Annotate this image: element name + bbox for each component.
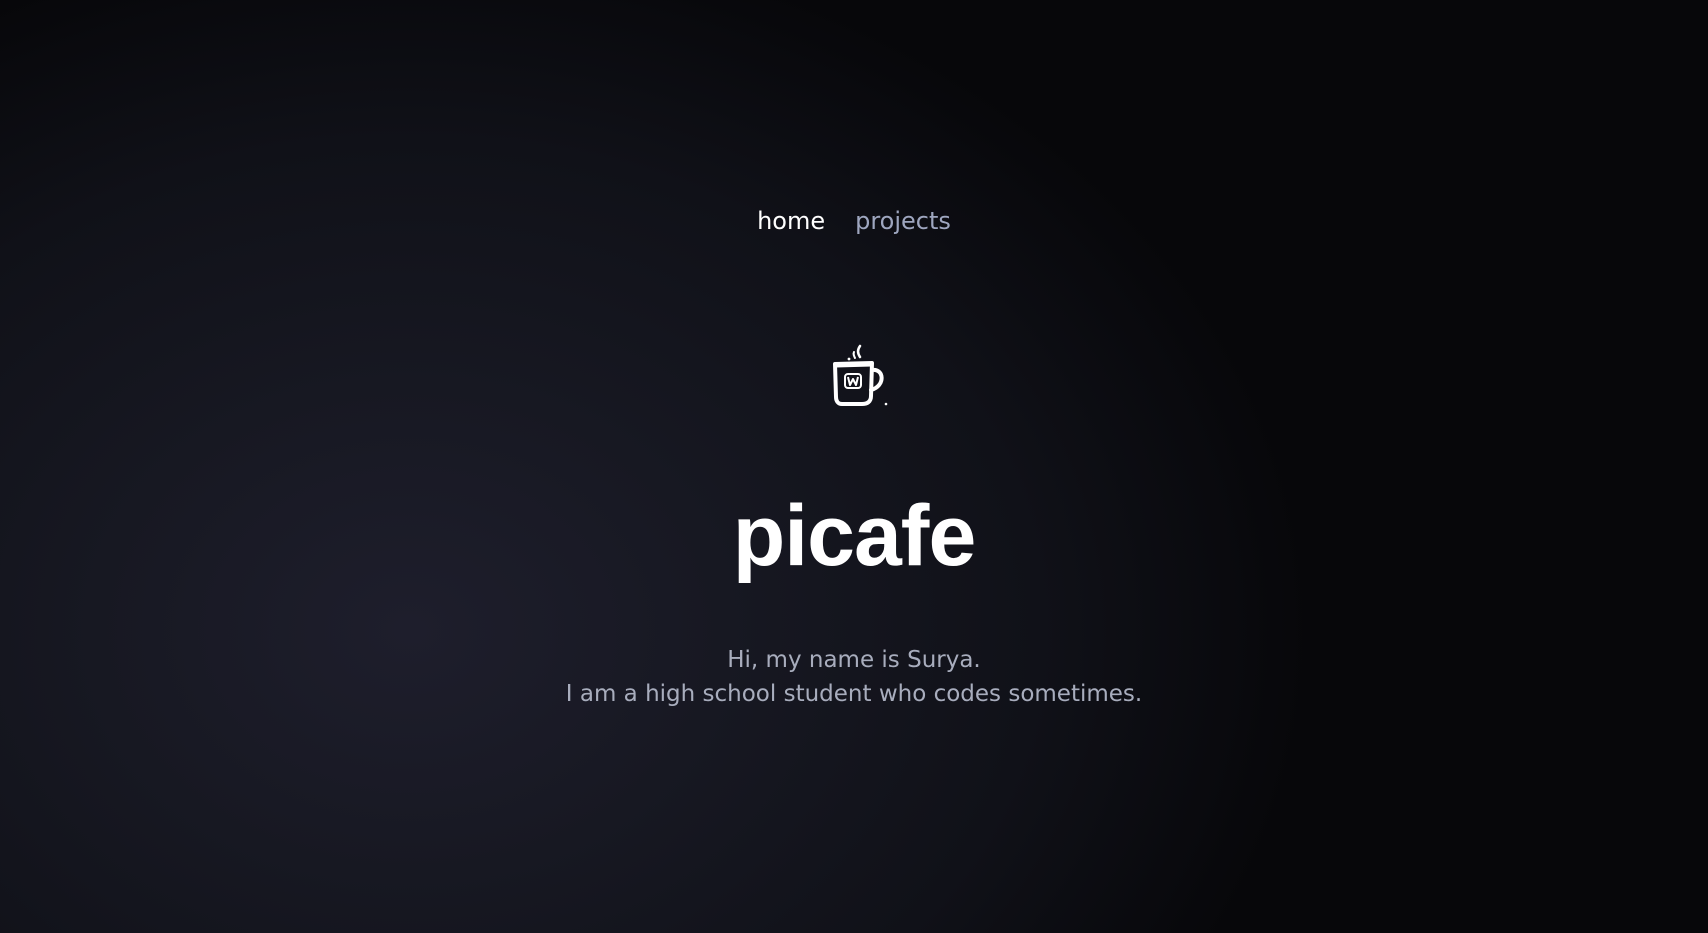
site-title: picafe [732, 487, 977, 584]
nav-link-projects[interactable]: projects [855, 203, 951, 239]
intro-line-1: Hi, my name is Surya. [727, 647, 981, 673]
main-nav: home projects [0, 203, 1708, 239]
coffee-cup-icon [830, 344, 890, 408]
intro-text: Hi, my name is Surya. I am a high school… [0, 643, 1708, 711]
intro-line-2: I am a high school student who codes som… [565, 681, 1143, 707]
nav-link-home[interactable]: home [757, 203, 825, 239]
